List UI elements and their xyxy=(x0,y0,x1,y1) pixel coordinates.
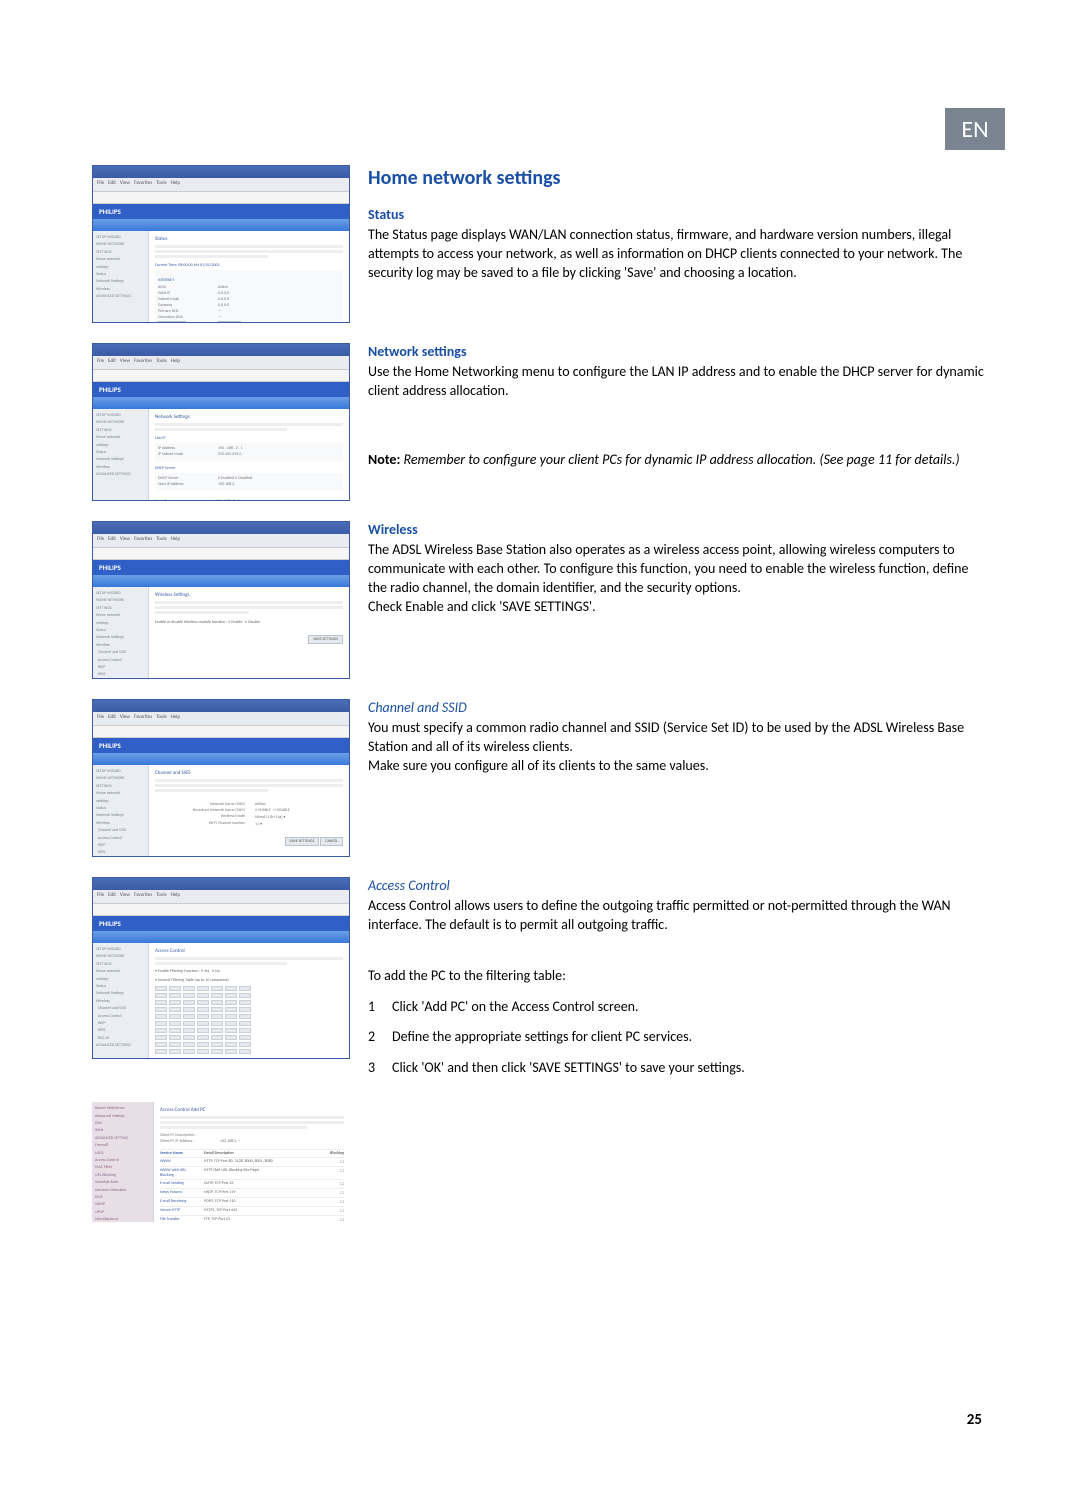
screenshot-wireless: FileEditViewFavoritesToolsHelp PHILIPS S… xyxy=(92,521,350,679)
screenshot-channel: FileEditViewFavoritesToolsHelp PHILIPS S… xyxy=(92,699,350,857)
page-content: FileEditViewFavoritesToolsHelp PHILIPS S… xyxy=(92,165,985,1242)
wireless-body2: Check Enable and click 'SAVE SETTINGS'. xyxy=(368,598,985,617)
section-status: FileEditViewFavoritesToolsHelp PHILIPS S… xyxy=(92,165,985,323)
channel-heading: Channel and SSID xyxy=(368,699,985,718)
section-channel: FileEditViewFavoritesToolsHelp PHILIPS S… xyxy=(92,699,985,857)
status-body: The Status page displays WAN/LAN connect… xyxy=(368,226,985,283)
section-network: FileEditViewFavoritesToolsHelp PHILIPS S… xyxy=(92,343,985,501)
access-intro: To add the PC to the filtering table: xyxy=(368,967,985,986)
brand-logo: PHILIPS xyxy=(93,204,349,219)
wireless-heading: Wireless xyxy=(368,521,985,540)
wireless-body: The ADSL Wireless Base Station also oper… xyxy=(368,541,985,598)
section-wireless: FileEditViewFavoritesToolsHelp PHILIPS S… xyxy=(92,521,985,679)
status-heading: Status xyxy=(368,206,985,225)
access-body: Access Control allows users to define th… xyxy=(368,897,985,935)
channel-body: You must specify a common radio channel … xyxy=(368,719,985,757)
section-addpc: Router WebServerAdvanced Settings DNSWAN… xyxy=(92,1102,985,1222)
language-tab: EN xyxy=(945,108,1005,150)
network-heading: Network settings xyxy=(368,343,985,362)
channel-body2: Make sure you configure all of its clien… xyxy=(368,757,985,776)
section-access: FileEditViewFavoritesToolsHelp PHILIPS S… xyxy=(92,877,985,1090)
network-body: Use the Home Networking menu to configur… xyxy=(368,363,985,401)
screenshot-addpc: Router WebServerAdvanced Settings DNSWAN… xyxy=(92,1102,350,1222)
access-steps: 1Click 'Add PC' on the Access Control sc… xyxy=(368,998,985,1079)
sidebar: SETUP WIZARDHOME NETWORKSETTINGS Home ne… xyxy=(93,231,149,323)
screenshot-network: FileEditViewFavoritesToolsHelp PHILIPS S… xyxy=(92,343,350,501)
page-number: 25 xyxy=(967,1411,982,1429)
access-heading: Access Control xyxy=(368,877,985,896)
screenshot-status: FileEditViewFavoritesToolsHelp PHILIPS S… xyxy=(92,165,350,323)
network-note: Note: Remember to configure your client … xyxy=(368,451,985,470)
page-title: Home network settings xyxy=(368,165,985,192)
screenshot-access: FileEditViewFavoritesToolsHelp PHILIPS S… xyxy=(92,877,350,1059)
